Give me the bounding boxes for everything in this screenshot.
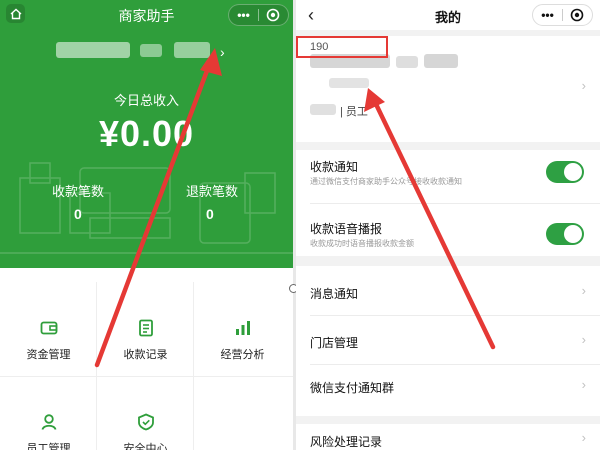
payment-notify-toggle[interactable]: [546, 161, 584, 183]
menu-item-label: 微信支付通知群: [310, 381, 395, 395]
voice-broadcast-toggle[interactable]: [546, 223, 584, 245]
settings-list: 消息通知 › 门店管理 › 微信支付通知群 ›: [296, 266, 600, 416]
shield-icon: [136, 413, 156, 431]
notification-settings: 收款通知 通过微信支付商家助手公众号接收收款通知 收款语音播报 收款成功时语音播…: [296, 150, 600, 256]
payment-count-value: 0: [74, 206, 82, 222]
close-target-icon[interactable]: [259, 5, 288, 25]
merchant-name-blurred[interactable]: [56, 42, 130, 58]
more-icon[interactable]: •••: [533, 5, 562, 25]
merchant-name-blurred: [140, 44, 162, 57]
user-name-blurred: [396, 56, 418, 68]
menu-item-notify-group[interactable]: 微信支付通知群 ›: [296, 365, 600, 415]
row-separator: [310, 203, 600, 204]
nav-bar: ‹ 我的 •••: [296, 0, 600, 30]
decorative-background: [0, 162, 293, 254]
menu-item-label: 消息通知: [310, 287, 359, 301]
role-label: | 员工: [340, 106, 368, 118]
mini-program-capsule: •••: [228, 4, 289, 26]
payment-count-label: 收款笔数: [52, 184, 105, 199]
grid-item-payment-records[interactable]: 收款记录: [97, 282, 194, 376]
person-icon: [39, 413, 59, 431]
merchant-name-blurred: [174, 42, 210, 58]
income-value: ¥0.00: [98, 113, 195, 154]
voice-broadcast-subtitle: 收款成功时语音播报收款金额: [310, 239, 414, 248]
menu-item-stores[interactable]: 门店管理 ›: [296, 316, 600, 364]
chevron-right-icon: ›: [581, 283, 586, 298]
refund-count-value: 0: [206, 206, 214, 222]
menu-item-risk-records[interactable]: 风险处理记录 ›: [296, 424, 600, 450]
grid-item-label: 资金管理: [26, 349, 71, 361]
close-target-icon[interactable]: [563, 5, 592, 25]
grid-item-label: 安全中心: [123, 443, 168, 450]
income-label: 今日总收入: [113, 93, 179, 108]
highlight-box: [296, 36, 388, 58]
wallet-icon: [39, 319, 59, 337]
chevron-right-icon: ›: [581, 377, 586, 392]
grid-item-label: 收款记录: [123, 349, 168, 361]
chevron-right-icon: ›: [581, 332, 586, 347]
income-header: 商家助手 ••• › 今日总收入 ¥0.00 收款笔数 0 退款笔数 0: [0, 0, 293, 268]
grid-item-security-center[interactable]: 安全中心: [97, 376, 194, 450]
more-icon[interactable]: •••: [229, 5, 258, 25]
phone-number-blurred: [329, 78, 369, 88]
bar-chart-icon: [233, 319, 253, 337]
grid-item-label: 经营分析: [220, 349, 265, 361]
profile-screen: ‹ 我的 ••• › 190 | 员工 收款通知 通过微信支付商家助手公众号接收…: [296, 0, 600, 450]
toggle-knob: [564, 163, 582, 181]
payment-notify-title: 收款通知: [310, 160, 359, 174]
grid-item-label: 员工管理: [26, 443, 71, 450]
toggle-knob: [564, 225, 582, 243]
menu-item-label: 风险处理记录: [310, 435, 383, 449]
mini-program-capsule: •••: [532, 4, 593, 26]
payment-notify-subtitle: 通过微信支付商家助手公众号接收收款通知: [310, 177, 462, 186]
menu-item-messages[interactable]: 消息通知 ›: [296, 266, 600, 314]
merchant-home-screen: 商家助手 ••• › 今日总收入 ¥0.00 收款笔数 0 退款笔数 0 资金管…: [0, 0, 293, 450]
store-name-blurred: [310, 104, 336, 115]
receipt-icon: [136, 319, 156, 337]
grid-item-staff-management[interactable]: 员工管理: [0, 376, 97, 450]
user-name-blurred: [424, 54, 458, 68]
voice-broadcast-title: 收款语音播报: [310, 222, 383, 236]
chevron-right-icon: ›: [581, 78, 586, 93]
refund-count-label: 退款笔数: [186, 184, 239, 199]
menu-item-label: 门店管理: [310, 336, 359, 350]
function-grid: 资金管理 收款记录 经营分析 员工管理 安全中心: [0, 268, 293, 450]
grid-item-business-analysis[interactable]: 经营分析: [194, 282, 291, 376]
chevron-right-icon: ›: [581, 430, 586, 445]
merchant-chevron-icon[interactable]: ›: [220, 44, 225, 60]
grid-item-fund-management[interactable]: 资金管理: [0, 282, 97, 376]
